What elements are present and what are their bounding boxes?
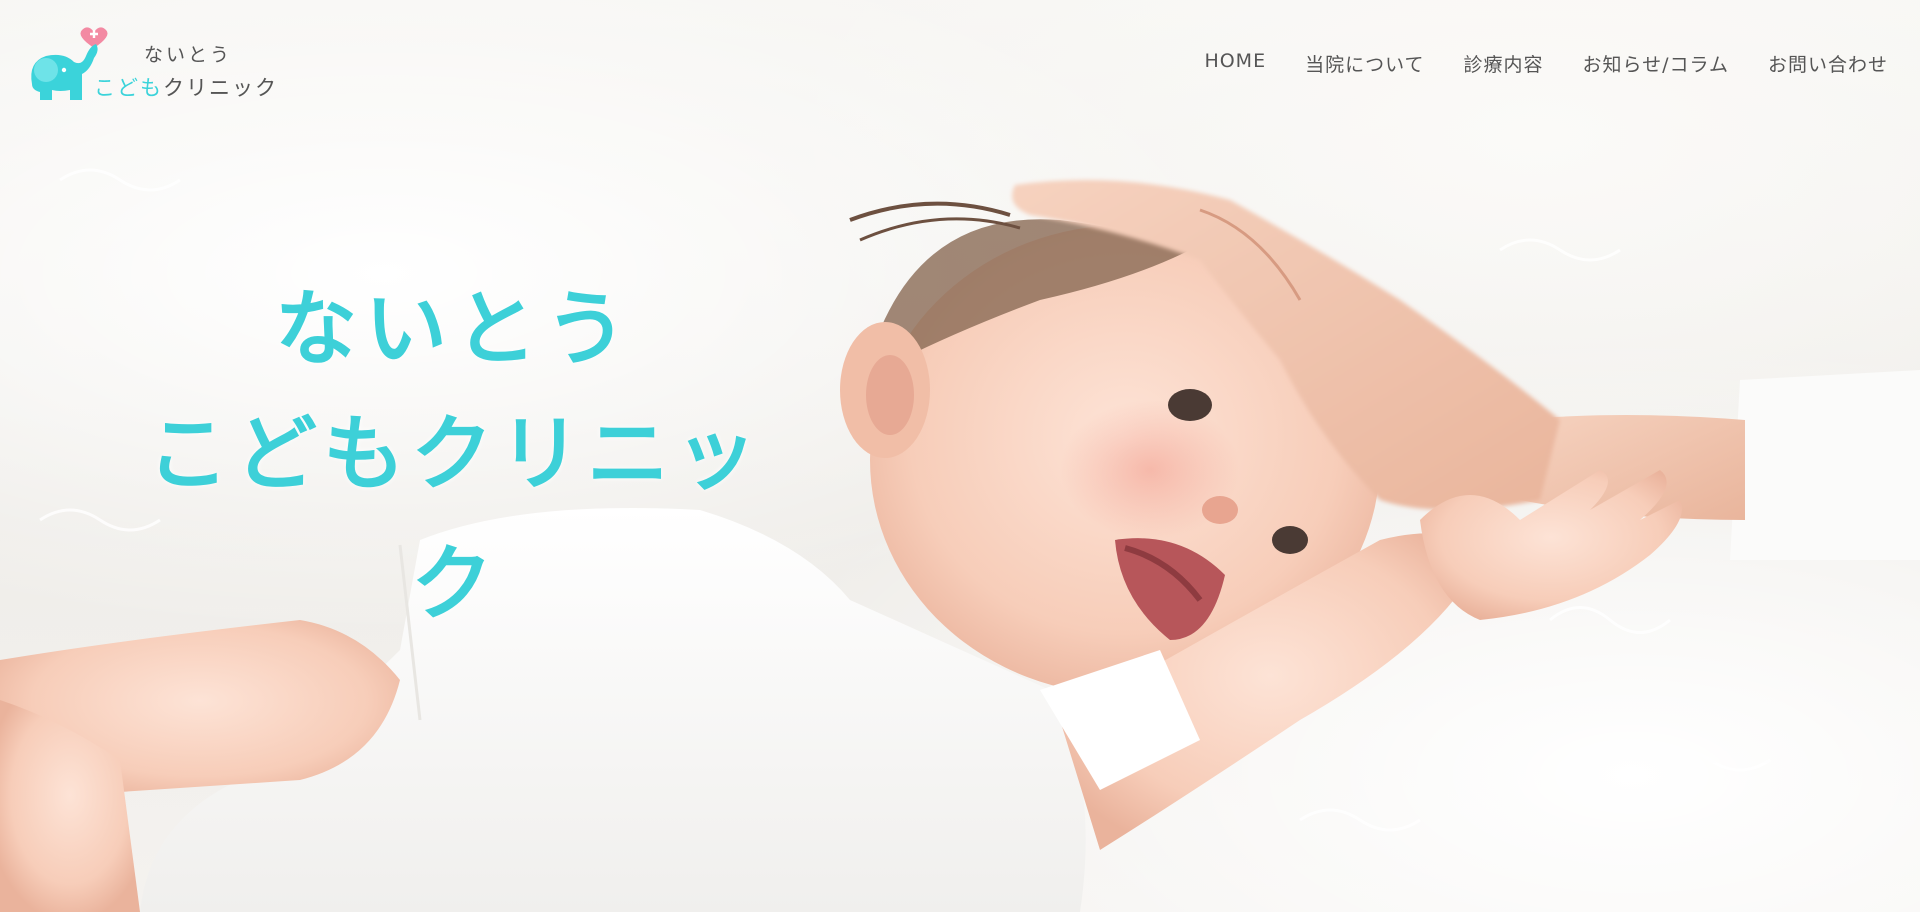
hero-title: ないとう こどもクリニック (105, 270, 805, 650)
global-nav: HOME 当院について 診療内容 お知らせ/コラム お問い合わせ (1204, 50, 1888, 77)
logo-text-clinic: クリニック (163, 76, 278, 100)
clinic-logo[interactable]: ないとう こどもクリニック (24, 22, 284, 102)
nav-item-contact[interactable]: お問い合わせ (1768, 50, 1888, 77)
logo-text-line2: こどもクリニック (94, 72, 278, 102)
logo-text-kodomo: こども (94, 76, 163, 100)
logo-text-line1: ないとう (144, 44, 233, 66)
nav-item-about[interactable]: 当院について (1305, 50, 1424, 77)
nav-item-home[interactable]: HOME (1204, 50, 1266, 77)
hero-title-line1: ないとう (274, 282, 635, 377)
nav-item-services[interactable]: 診療内容 (1464, 50, 1544, 77)
hero-title-line2: こどもクリニック (146, 407, 763, 632)
nav-item-news[interactable]: お知らせ/コラム (1583, 50, 1729, 77)
